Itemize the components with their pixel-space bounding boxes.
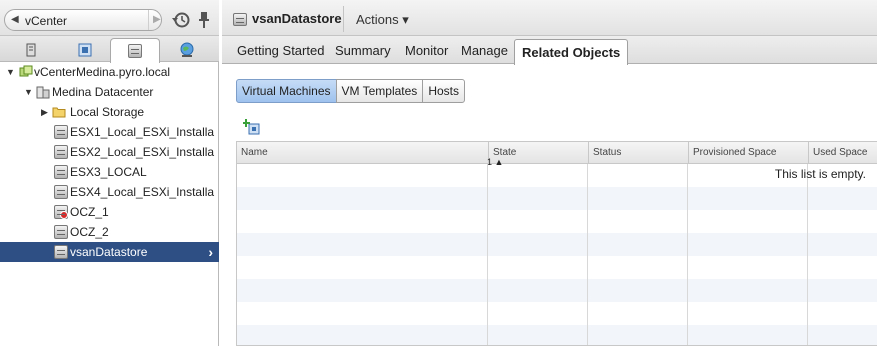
tab-hosts-clusters[interactable] (6, 38, 56, 62)
column-divider (587, 164, 588, 345)
tree-label: Medina Datacenter (52, 85, 154, 99)
new-vm-icon[interactable] (243, 119, 261, 135)
tree-item-datastore[interactable]: ESX3_LOCAL (0, 162, 219, 182)
table-header: Name State Status Provisioned Space Used… (237, 142, 877, 164)
table-row (237, 325, 877, 345)
tree-item-vcenter[interactable]: ▼ vCenterMedina.pyro.local (0, 62, 219, 82)
main-tabs: Getting Started Summary Monitor Manage R… (222, 36, 877, 65)
forward-icon[interactable]: ▶ (153, 14, 161, 25)
tree-item-local-storage[interactable]: ▶ Local Storage (0, 102, 219, 122)
tree-label: vsanDatastore (70, 245, 148, 259)
tab-networking[interactable] (162, 38, 212, 62)
datastore-icon (54, 225, 68, 239)
folder-icon (52, 107, 66, 118)
tree-item-datastore-selected[interactable]: vsanDatastore › (0, 242, 219, 262)
column-divider (807, 164, 808, 345)
tree-label: Local Storage (70, 105, 145, 119)
sort-indicator-icon: 1 ▲ (487, 157, 504, 167)
vm-list-grid: Name State Status Provisioned Space Used… (236, 141, 877, 346)
datastore-icon (54, 185, 68, 199)
page-title: vsanDatastore (252, 11, 342, 26)
tree-item-datastore[interactable]: ESX2_Local_ESXi_Installa (0, 142, 219, 162)
subtab-vm-templates[interactable]: VM Templates (335, 79, 424, 103)
expand-icon[interactable]: ▶ (41, 102, 48, 122)
breadcrumb[interactable]: ◀ vCenter ▶ (4, 9, 162, 31)
tab-vms-templates[interactable] (60, 38, 110, 62)
collapse-icon[interactable]: ▼ (6, 62, 15, 82)
tab-summary[interactable]: Summary (335, 43, 391, 58)
tree-label: OCZ_1 (70, 205, 109, 219)
subtab-hosts[interactable]: Hosts (422, 79, 465, 103)
datastore-alert-icon (54, 205, 68, 219)
tree-item-datastore[interactable]: OCZ_1 (0, 202, 219, 222)
pin-icon[interactable] (197, 11, 211, 29)
tree-label: ESX3_LOCAL (70, 165, 147, 179)
chevron-right-icon[interactable]: › (208, 242, 213, 262)
column-header-name[interactable]: Name (237, 142, 488, 164)
datastore-icon (54, 145, 68, 159)
tree-item-datacenter[interactable]: ▼ Medina Datacenter (0, 82, 219, 102)
collapse-icon[interactable]: ▼ (24, 82, 33, 102)
network-icon (180, 42, 194, 57)
empty-list-message: This list is empty. (774, 167, 866, 181)
column-divider (687, 164, 688, 345)
tab-manage[interactable]: Manage (461, 43, 508, 58)
breadcrumb-divider (148, 10, 149, 30)
column-header-provisioned-space[interactable]: Provisioned Space (688, 142, 808, 164)
vm-icon (78, 43, 92, 57)
table-row (237, 233, 877, 256)
tree-item-datastore[interactable]: ESX4_Local_ESXi_Installa (0, 182, 219, 202)
table-row (237, 187, 877, 210)
tree-item-datastore[interactable]: OCZ_2 (0, 222, 219, 242)
object-type-tabs (0, 36, 219, 63)
navigator-toolbar: ◀ vCenter ▶ (0, 0, 219, 36)
history-icon[interactable] (172, 11, 190, 29)
tree-item-datastore[interactable]: ESX1_Local_ESXi_Installa (0, 122, 219, 142)
host-icon (26, 43, 36, 57)
storage-icon (128, 44, 142, 58)
back-icon[interactable]: ◀ (11, 14, 19, 25)
header-divider (343, 6, 344, 32)
navigator-pane: ◀ vCenter ▶ ▼ vCenterMedina.pyro.local ▼… (0, 0, 219, 346)
related-objects-subtabs: Virtual Machines VM Templates Hosts (236, 79, 465, 103)
inventory-tree: ▼ vCenterMedina.pyro.local ▼ Medina Data… (0, 62, 219, 262)
tab-storage[interactable] (110, 38, 160, 63)
subtab-virtual-machines[interactable]: Virtual Machines (236, 79, 337, 103)
datacenter-icon (36, 86, 50, 99)
column-header-used-space[interactable]: Used Space (808, 142, 877, 164)
tab-monitor[interactable]: Monitor (405, 43, 448, 58)
content-pane: vsanDatastore Actions ▾ Getting Started … (222, 0, 877, 346)
column-header-status[interactable]: Status (588, 142, 688, 164)
tree-label: ESX1_Local_ESXi_Installa (70, 125, 215, 139)
tab-related-objects[interactable]: Related Objects (514, 39, 629, 65)
breadcrumb-label: vCenter (25, 14, 68, 28)
tree-label: vCenterMedina.pyro.local (34, 65, 171, 79)
tree-label: ESX2_Local_ESXi_Installa (70, 145, 215, 159)
object-header: vsanDatastore Actions ▾ (222, 0, 877, 36)
datastore-icon (54, 165, 68, 179)
tree-label: ESX4_Local_ESXi_Installa (70, 185, 215, 199)
tab-getting-started[interactable]: Getting Started (237, 43, 324, 58)
vcenter-icon (19, 65, 33, 77)
datastore-icon (54, 125, 68, 139)
datastore-icon (233, 13, 247, 26)
datastore-icon (54, 245, 68, 259)
table-row (237, 279, 877, 302)
column-divider (487, 164, 488, 345)
tree-label: OCZ_2 (70, 225, 109, 239)
actions-menu-button[interactable]: Actions ▾ (356, 12, 409, 28)
